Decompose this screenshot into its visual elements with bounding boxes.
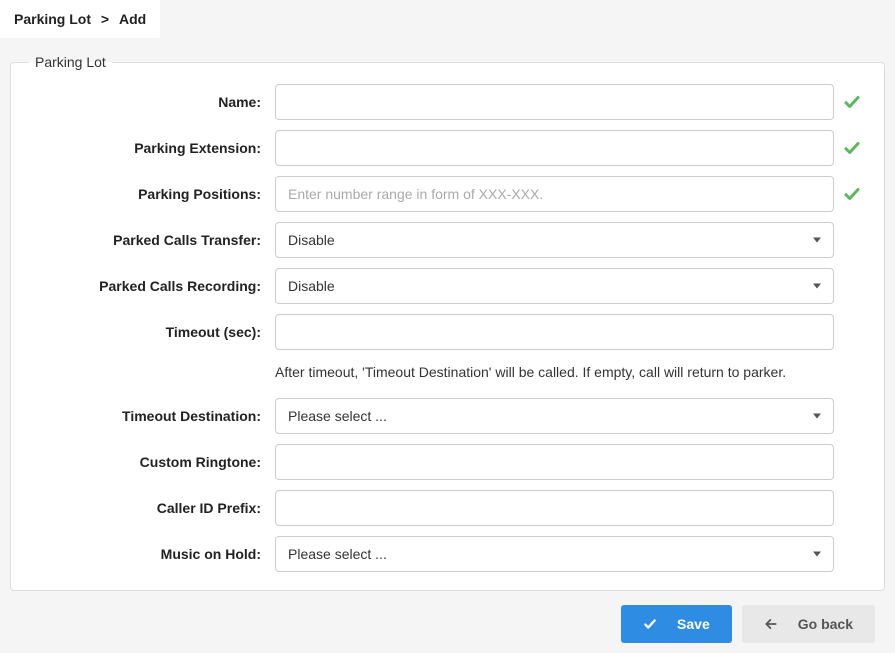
breadcrumb-separator: >: [101, 11, 109, 27]
custom-ringtone-label: Custom Ringtone:: [25, 454, 275, 470]
chevron-down-icon: [813, 284, 821, 289]
timeout-label: Timeout (sec):: [25, 324, 275, 340]
check-icon: [643, 617, 657, 631]
go-back-button[interactable]: Go back: [742, 605, 875, 643]
check-icon: [843, 139, 861, 157]
timeout-destination-value: Please select ...: [288, 408, 387, 424]
row-parking-positions: Parking Positions:: [25, 176, 870, 212]
fieldset-legend: Parking Lot: [29, 54, 112, 70]
breadcrumb-root[interactable]: Parking Lot: [14, 11, 91, 27]
check-icon: [843, 93, 861, 111]
row-parking-extension: Parking Extension:: [25, 130, 870, 166]
parking-positions-input[interactable]: [275, 176, 834, 212]
row-timeout-helper: After timeout, 'Timeout Destination' wil…: [25, 360, 870, 388]
timeout-input[interactable]: [275, 314, 834, 350]
caller-id-prefix-label: Caller ID Prefix:: [25, 500, 275, 516]
timeout-destination-label: Timeout Destination:: [25, 408, 275, 424]
parked-calls-transfer-value: Disable: [288, 232, 335, 248]
row-music-on-hold: Music on Hold: Please select ...: [25, 536, 870, 572]
name-label: Name:: [25, 94, 275, 110]
parked-calls-transfer-select[interactable]: Disable: [275, 222, 834, 258]
parking-extension-input[interactable]: [275, 130, 834, 166]
arrow-left-icon: [764, 617, 778, 631]
name-input[interactable]: [275, 84, 834, 120]
custom-ringtone-input[interactable]: [275, 444, 834, 480]
parking-extension-label: Parking Extension:: [25, 140, 275, 156]
timeout-destination-select[interactable]: Please select ...: [275, 398, 834, 434]
parking-positions-label: Parking Positions:: [25, 186, 275, 202]
row-parked-calls-transfer: Parked Calls Transfer: Disable: [25, 222, 870, 258]
chevron-down-icon: [813, 414, 821, 419]
parked-calls-transfer-label: Parked Calls Transfer:: [25, 232, 275, 248]
row-timeout-destination: Timeout Destination: Please select ...: [25, 398, 870, 434]
parked-calls-recording-label: Parked Calls Recording:: [25, 278, 275, 294]
go-back-button-label: Go back: [798, 616, 853, 632]
chevron-down-icon: [813, 552, 821, 557]
check-icon: [843, 185, 861, 203]
row-caller-id-prefix: Caller ID Prefix:: [25, 490, 870, 526]
music-on-hold-label: Music on Hold:: [25, 546, 275, 562]
breadcrumb-leaf: Add: [119, 11, 146, 27]
music-on-hold-select[interactable]: Please select ...: [275, 536, 834, 572]
save-button[interactable]: Save: [621, 605, 732, 643]
action-bar: Save Go back: [10, 591, 885, 643]
row-custom-ringtone: Custom Ringtone:: [25, 444, 870, 480]
row-timeout: Timeout (sec):: [25, 314, 870, 350]
parked-calls-recording-value: Disable: [288, 278, 335, 294]
parked-calls-recording-select[interactable]: Disable: [275, 268, 834, 304]
parking-lot-fieldset: Parking Lot Name: Parking Extension:: [10, 54, 885, 591]
timeout-helper-text: After timeout, 'Timeout Destination' wil…: [275, 360, 786, 388]
row-parked-calls-recording: Parked Calls Recording: Disable: [25, 268, 870, 304]
row-name: Name:: [25, 84, 870, 120]
save-button-label: Save: [677, 616, 710, 632]
music-on-hold-value: Please select ...: [288, 546, 387, 562]
breadcrumb: Parking Lot > Add: [0, 0, 160, 38]
chevron-down-icon: [813, 238, 821, 243]
caller-id-prefix-input[interactable]: [275, 490, 834, 526]
